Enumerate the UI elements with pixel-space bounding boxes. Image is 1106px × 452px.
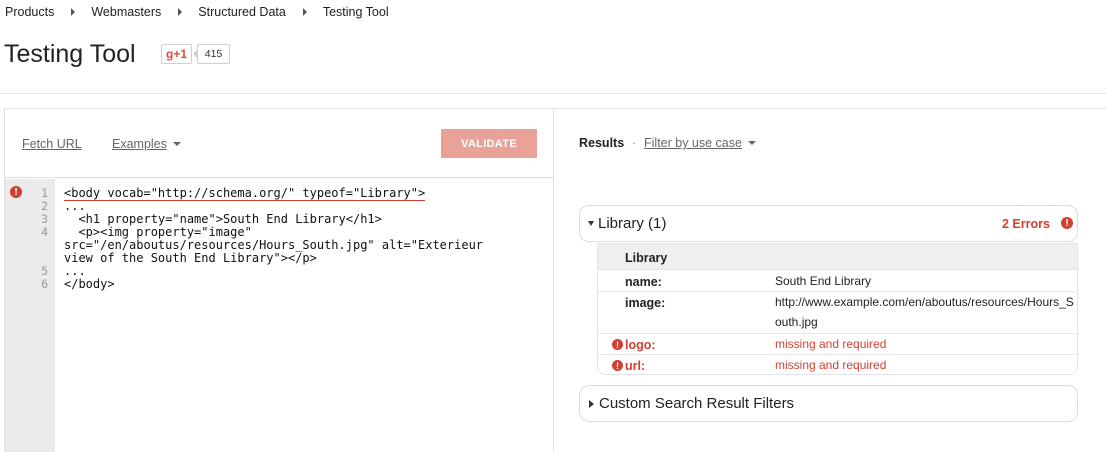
fetch-url-link[interactable]: Fetch URL: [22, 137, 82, 151]
editor-toolbar: Fetch URL Examples VALIDATE: [5, 109, 553, 178]
breadcrumb: Products Webmasters Structured Data Test…: [5, 5, 389, 19]
property-name: url:: [625, 359, 646, 373]
error-icon: !: [612, 360, 623, 371]
line-number: 4: [41, 225, 48, 239]
validate-button[interactable]: VALIDATE: [441, 129, 537, 158]
panel-divider: [553, 108, 554, 452]
code-line[interactable]: <body vocab="http://schema.org/" typeof=…: [64, 187, 426, 201]
property-name: image:: [625, 296, 666, 310]
page-title: Testing Tool: [4, 40, 136, 68]
filter-label: Filter by use case: [644, 136, 742, 150]
breadcrumb-structured-data[interactable]: Structured Data: [198, 5, 286, 19]
caret-down-icon: [747, 140, 756, 145]
library-result-card[interactable]: Library (1) 2 Errors !: [579, 205, 1078, 242]
plus-one-label: +1: [173, 47, 188, 61]
result-item-title: Library (1): [598, 215, 667, 232]
property-name: name:: [625, 275, 662, 289]
google-plus-one-button[interactable]: g +1: [161, 44, 192, 64]
separator-dot: ·: [632, 136, 637, 150]
examples-dropdown[interactable]: Examples: [112, 137, 181, 151]
error-count: 2 Errors: [1002, 217, 1050, 231]
custom-filters-title: Custom Search Result Filters: [599, 395, 795, 412]
header-divider: [0, 93, 1106, 94]
chevron-right-icon: [71, 8, 76, 16]
property-value: missing and required: [775, 337, 887, 351]
chevron-right-icon: [178, 8, 183, 16]
breadcrumb-products[interactable]: Products: [5, 5, 54, 19]
plus-one-count: 415: [193, 44, 230, 64]
breadcrumb-testing-tool[interactable]: Testing Tool: [323, 5, 389, 19]
examples-label: Examples: [112, 137, 167, 151]
code-line[interactable]: </body>: [64, 278, 115, 291]
code-line[interactable]: <p><img property="image" src="/en/aboutu…: [64, 226, 483, 265]
property-value: http://www.example.com/en/aboutus/resour…: [775, 295, 1074, 329]
error-marker-icon[interactable]: !: [10, 186, 22, 198]
breadcrumb-webmasters[interactable]: Webmasters: [91, 5, 161, 19]
property-row: image: http://www.example.com/en/aboutus…: [598, 292, 1077, 334]
filter-use-case-dropdown[interactable]: Filter by use case: [644, 136, 756, 150]
property-value: missing and required: [775, 358, 887, 372]
library-properties-table: Library name: South End Library image: h…: [597, 243, 1078, 375]
line-number: 6: [41, 277, 48, 291]
property-row-error: ! url: missing and required: [598, 355, 1077, 375]
expand-triangle-icon: [589, 400, 594, 408]
item-type-label: Library: [625, 251, 668, 265]
error-icon: !: [612, 339, 623, 350]
properties-header: Library: [598, 244, 1077, 270]
error-icon: !: [1061, 217, 1073, 229]
chevron-right-icon: [302, 8, 307, 16]
caret-down-icon: [172, 141, 181, 146]
expand-triangle-icon: [588, 221, 594, 226]
custom-search-filters-card[interactable]: Custom Search Result Filters: [579, 385, 1078, 422]
property-name: logo:: [625, 338, 656, 352]
property-value: South End Library: [775, 274, 872, 288]
property-row: name: South End Library: [598, 271, 1077, 292]
property-row-error: ! logo: missing and required: [598, 334, 1077, 355]
google-plus-icon: g: [165, 47, 174, 61]
results-heading: Results: [579, 136, 625, 150]
